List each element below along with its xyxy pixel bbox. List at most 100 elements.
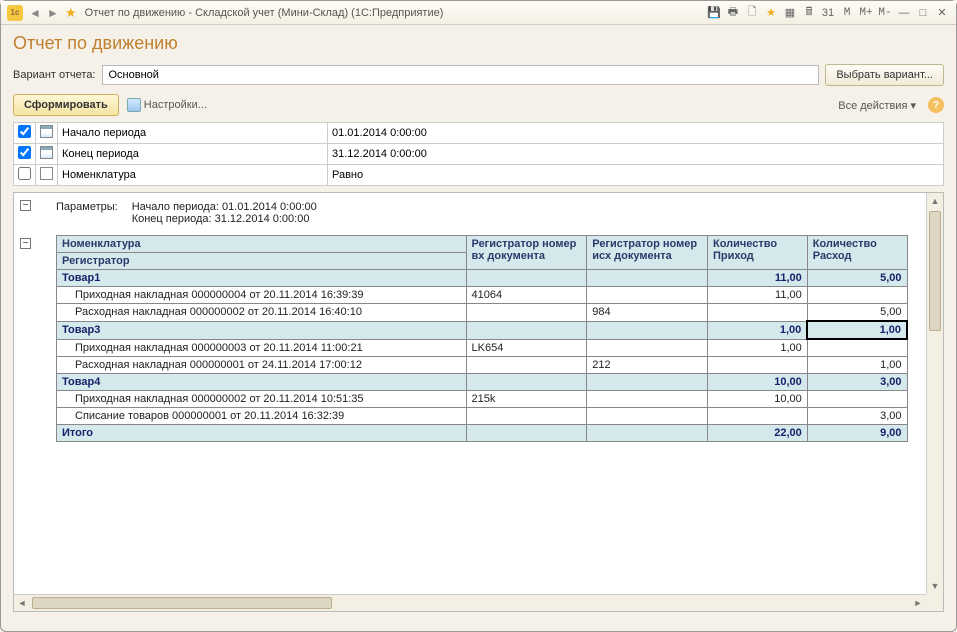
qty-out-cell xyxy=(807,287,907,304)
total-qty-out: 9,00 xyxy=(807,424,907,441)
col-reg-in: Регистратор номер вх документа xyxy=(466,236,587,270)
in-no-cell xyxy=(466,356,587,373)
collapse-report-icon[interactable]: − xyxy=(20,238,31,249)
param-row: Начало периода01.01.2014 0:00:00 xyxy=(14,123,944,144)
scroll-corner xyxy=(926,594,943,611)
col-reg-out: Регистратор номер исх документа xyxy=(587,236,708,270)
param-checkbox[interactable] xyxy=(18,167,31,180)
col-nomenclature: Номенклатура xyxy=(57,236,467,253)
favorite-icon[interactable]: ★ xyxy=(65,5,77,21)
scroll-thumb-v[interactable] xyxy=(929,211,941,331)
group-qty-in: 11,00 xyxy=(708,270,808,287)
group-qty-out: 3,00 xyxy=(807,373,907,390)
calendar-icon xyxy=(40,146,53,159)
minimize-icon[interactable]: — xyxy=(896,5,912,21)
param-value[interactable]: Равно xyxy=(328,165,944,186)
horizontal-scrollbar[interactable]: ◄ ► xyxy=(14,594,926,611)
detail-row[interactable]: Расходная накладная 000000002 от 20.11.2… xyxy=(57,304,908,322)
window-title: Отчет по движению - Складской учет (Мини… xyxy=(81,7,702,19)
detail-row[interactable]: Приходная накладная 000000004 от 20.11.2… xyxy=(57,287,908,304)
param-value[interactable]: 31.12.2014 0:00:00 xyxy=(328,144,944,165)
group-qty-out: 5,00 xyxy=(807,270,907,287)
print-icon[interactable]: 🖶 xyxy=(725,5,741,21)
calendar-icon[interactable]: 31 xyxy=(820,5,836,21)
nav-back-icon[interactable]: ◄ xyxy=(27,5,43,21)
grid-icon[interactable]: ▦ xyxy=(782,5,798,21)
col-qty-in: Количество Приход xyxy=(708,236,808,270)
out-no-cell xyxy=(587,339,708,356)
total-label: Итого xyxy=(57,424,467,441)
scroll-left-icon[interactable]: ◄ xyxy=(14,595,30,611)
settings-label: Настройки... xyxy=(144,99,207,111)
list-icon xyxy=(40,167,53,180)
select-variant-button[interactable]: Выбрать вариант... xyxy=(825,64,944,86)
nav-fwd-icon[interactable]: ► xyxy=(45,5,61,21)
qty-in-cell xyxy=(708,304,808,322)
scroll-thumb-h[interactable] xyxy=(32,597,332,609)
variant-input[interactable] xyxy=(102,65,820,85)
form-report-button[interactable]: Сформировать xyxy=(13,94,119,116)
maximize-icon[interactable]: □ xyxy=(915,5,931,21)
in-no-cell xyxy=(466,407,587,424)
detail-row[interactable]: Приходная накладная 000000002 от 20.11.2… xyxy=(57,390,908,407)
total-row: Итого 22,009,00 xyxy=(57,424,908,441)
save-icon[interactable]: 💾 xyxy=(706,5,722,21)
close-icon[interactable]: ✕ xyxy=(934,5,950,21)
col-qty-out: Количество Расход xyxy=(807,236,907,270)
group-row[interactable]: Товар31,001,00 xyxy=(57,321,908,339)
all-actions-menu[interactable]: Все действия ▾ xyxy=(838,99,916,112)
out-no-cell: 984 xyxy=(587,304,708,322)
collapse-params-icon[interactable]: − xyxy=(20,200,31,211)
param-label: Номенклатура xyxy=(58,165,328,186)
total-qty-in: 22,00 xyxy=(708,424,808,441)
mem-m[interactable]: M xyxy=(839,5,855,21)
scroll-up-icon[interactable]: ▲ xyxy=(927,193,943,209)
registrar-cell: Расходная накладная 000000002 от 20.11.2… xyxy=(57,304,467,322)
scroll-right-icon[interactable]: ► xyxy=(910,595,926,611)
params-table: Начало периода01.01.2014 0:00:00Конец пе… xyxy=(13,122,944,186)
in-no-cell xyxy=(466,304,587,322)
qty-in-cell xyxy=(708,407,808,424)
param-checkbox[interactable] xyxy=(18,125,31,138)
out-no-cell: 212 xyxy=(587,356,708,373)
mem-mplus[interactable]: M+ xyxy=(858,5,874,21)
star2-icon[interactable]: ★ xyxy=(763,5,779,21)
registrar-cell: Приходная накладная 000000002 от 20.11.2… xyxy=(57,390,467,407)
detail-row[interactable]: Списание товаров 000000001 от 20.11.2014… xyxy=(57,407,908,424)
param-value[interactable]: 01.01.2014 0:00:00 xyxy=(328,123,944,144)
out-no-cell xyxy=(587,407,708,424)
group-row[interactable]: Товар111,005,00 xyxy=(57,270,908,287)
preview-icon[interactable]: 🗋 xyxy=(744,5,760,21)
param-row: Конец периода31.12.2014 0:00:00 xyxy=(14,144,944,165)
param-row: НоменклатураРавно xyxy=(14,165,944,186)
qty-out-cell xyxy=(807,390,907,407)
detail-row[interactable]: Расходная накладная 000000001 от 24.11.2… xyxy=(57,356,908,373)
report-table: Номенклатура Регистратор номер вх докуме… xyxy=(56,235,908,442)
qty-in-cell xyxy=(708,356,808,373)
group-qty-out: 1,00 xyxy=(807,321,907,339)
detail-row[interactable]: Приходная накладная 000000003 от 20.11.2… xyxy=(57,339,908,356)
in-no-cell: 41064 xyxy=(466,287,587,304)
settings-icon xyxy=(127,98,141,112)
group-row[interactable]: Товар410,003,00 xyxy=(57,373,908,390)
qty-out-cell xyxy=(807,339,907,356)
scroll-down-icon[interactable]: ▼ xyxy=(927,578,943,594)
group-qty-in: 1,00 xyxy=(708,321,808,339)
toolbar-icons: 💾 🖶 🗋 ★ ▦ 🖩 31 M M+ M- — □ ✕ xyxy=(706,5,950,21)
vertical-scrollbar[interactable]: ▲ ▼ xyxy=(926,193,943,594)
param-label: Конец периода xyxy=(58,144,328,165)
param-line1: Начало периода: 01.01.2014 0:00:00 xyxy=(132,201,317,213)
mem-mminus[interactable]: M- xyxy=(877,5,893,21)
settings-link[interactable]: Настройки... xyxy=(127,98,207,112)
col-registrar: Регистратор xyxy=(57,253,467,270)
calc-icon[interactable]: 🖩 xyxy=(801,5,817,21)
in-no-cell: LK654 xyxy=(466,339,587,356)
in-no-cell: 215k xyxy=(466,390,587,407)
help-icon[interactable]: ? xyxy=(928,97,944,113)
param-checkbox[interactable] xyxy=(18,146,31,159)
nav-buttons: ◄ ► xyxy=(27,5,61,21)
qty-in-cell: 1,00 xyxy=(708,339,808,356)
qty-out-cell: 5,00 xyxy=(807,304,907,322)
qty-in-cell: 10,00 xyxy=(708,390,808,407)
params-title: Параметры: xyxy=(56,201,118,213)
